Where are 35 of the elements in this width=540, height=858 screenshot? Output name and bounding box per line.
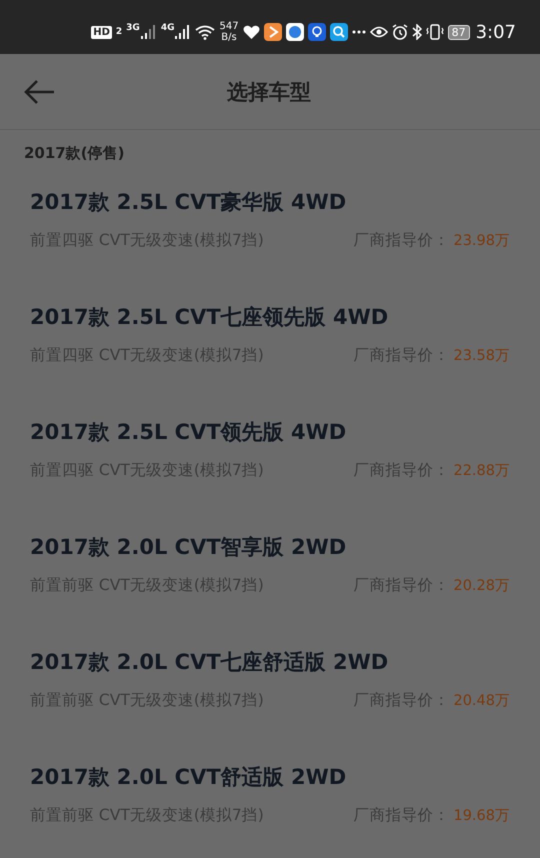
page-title: 选择车型 <box>226 78 312 106</box>
play-app-icon <box>264 23 282 41</box>
wifi-icon <box>195 24 216 40</box>
network-type: 3G <box>126 23 140 33</box>
bluetooth-icon <box>412 24 422 40</box>
model-name: 2017款 2.0L CVT智享版 2WD <box>30 534 348 561</box>
eye-icon <box>370 26 388 38</box>
price-value: 19.68万 <box>453 807 510 825</box>
globe-app-icon <box>286 23 304 41</box>
model-name: 2017款 2.5L CVT领先版 4WD <box>30 419 348 446</box>
signal-icon <box>175 25 192 39</box>
battery-level: 87 <box>448 24 470 40</box>
price-value: 22.88万 <box>453 462 510 480</box>
search-app-icon <box>330 23 348 41</box>
more-icon <box>352 30 366 34</box>
vibrate-icon <box>426 24 444 40</box>
model-name: 2017款 2.5L CVT七座领先版 4WD <box>30 304 390 331</box>
speed-unit: B/s <box>221 32 237 43</box>
network-type: 4G <box>160 23 174 33</box>
model-name: 2017款 2.0L CVT舒适版 2WD <box>30 764 348 791</box>
clock-time: 3:07 <box>476 22 516 42</box>
model-name: 2017款 2.0L CVT七座舒适版 2WD <box>30 649 390 676</box>
signal-icon <box>140 25 157 39</box>
model-name: 2017款 2.5L CVT豪华版 4WD <box>30 189 348 216</box>
alarm-icon <box>392 24 408 40</box>
section-heading: 2017款(停售) <box>24 144 124 162</box>
hd-badge: HD <box>91 26 112 38</box>
speed-value: 547 <box>219 21 239 32</box>
price-value: 20.28万 <box>453 577 510 595</box>
heart-icon <box>242 24 260 40</box>
bulb-app-icon <box>308 23 326 41</box>
price-value: 23.58万 <box>453 347 510 365</box>
sim-number: 2 <box>116 27 122 37</box>
price-value: 20.48万 <box>453 692 510 710</box>
price-value: 23.98万 <box>453 232 510 250</box>
